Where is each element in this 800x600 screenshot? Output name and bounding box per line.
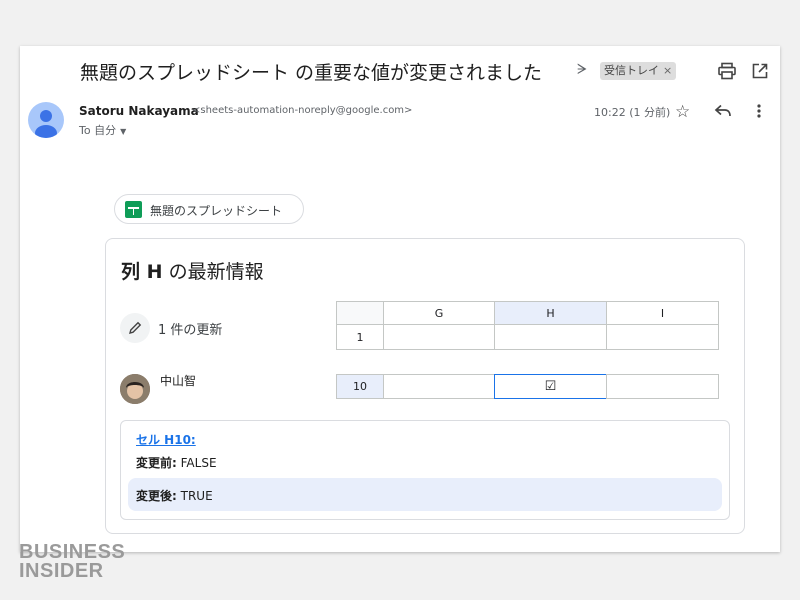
after-value-highlight: 変更後: TRUE	[128, 478, 722, 511]
cell-h1	[494, 324, 607, 350]
spreadsheet-chip[interactable]: 無題のスプレッドシート	[114, 194, 304, 224]
row-header-10: 10	[336, 374, 384, 399]
label-icon[interactable]: ᗒ	[577, 62, 587, 78]
card-title-column: 列 H	[121, 261, 163, 283]
email-view: 無題のスプレッドシート の重要な値が変更されました ᗒ 受信トレイ × Sator…	[20, 46, 780, 552]
print-icon[interactable]	[717, 62, 737, 80]
user-name: 中山智	[160, 374, 197, 388]
email-subject: 無題のスプレッドシート の重要な値が変更されました	[80, 62, 543, 84]
star-icon[interactable]: ☆	[675, 102, 690, 122]
after-value: TRUE	[176, 489, 213, 503]
before-label: 変更前:	[136, 456, 177, 470]
popout-icon[interactable]	[751, 62, 769, 80]
sender-name: Satoru Nakayama	[79, 104, 199, 118]
more-icon[interactable]	[751, 103, 767, 119]
cell-i1	[606, 324, 719, 350]
cell-i10	[606, 374, 719, 399]
before-value: FALSE	[176, 456, 217, 470]
card-title-rest: の最新情報	[162, 261, 264, 283]
recipient-toggle[interactable]: To 自分 ▼	[79, 122, 126, 138]
change-details: セル H10: 変更前: FALSE 変更後: TRUE	[120, 420, 730, 520]
inbox-label-text: 受信トレイ	[604, 64, 659, 77]
business-insider-logo: BUSINESS INSIDER	[19, 542, 125, 582]
row-header-1: 1	[336, 324, 384, 350]
reply-icon[interactable]	[714, 103, 732, 119]
after-value-line: 変更後: TRUE	[136, 487, 213, 504]
user-avatar	[120, 374, 150, 404]
logo-line-2: INSIDER	[19, 560, 104, 582]
before-value-line: 変更前: FALSE	[136, 454, 217, 471]
remove-label-icon[interactable]: ×	[663, 64, 672, 77]
cell-g10	[383, 374, 495, 399]
update-count: 1 件の更新	[158, 323, 223, 338]
update-card: 列 H の最新情報 1 件の更新 中山智 G H I 1 10 ☑ セル H10…	[105, 238, 745, 534]
column-header-i: I	[606, 301, 719, 325]
spreadsheet-chip-label: 無題のスプレッドシート	[150, 204, 283, 218]
sheet-corner-cell	[336, 301, 384, 325]
after-label: 変更後:	[136, 489, 177, 503]
column-header-h: H	[494, 301, 607, 325]
cell-link[interactable]: セル H10:	[136, 431, 196, 448]
sheets-icon	[125, 201, 142, 218]
email-time: 10:22 (1 分前)	[594, 106, 671, 119]
cell-h10: ☑	[494, 374, 607, 399]
sender-email: <sheets-automation-noreply@google.com>	[192, 105, 413, 116]
avatar[interactable]	[28, 102, 64, 138]
recipient-label: To 自分	[79, 124, 117, 137]
column-header-g: G	[383, 301, 495, 325]
edit-icon	[120, 313, 150, 343]
inbox-label-chip[interactable]: 受信トレイ ×	[600, 62, 677, 80]
cell-g1	[383, 324, 495, 350]
chevron-down-icon: ▼	[120, 127, 127, 136]
card-title: 列 H の最新情報	[121, 257, 264, 284]
